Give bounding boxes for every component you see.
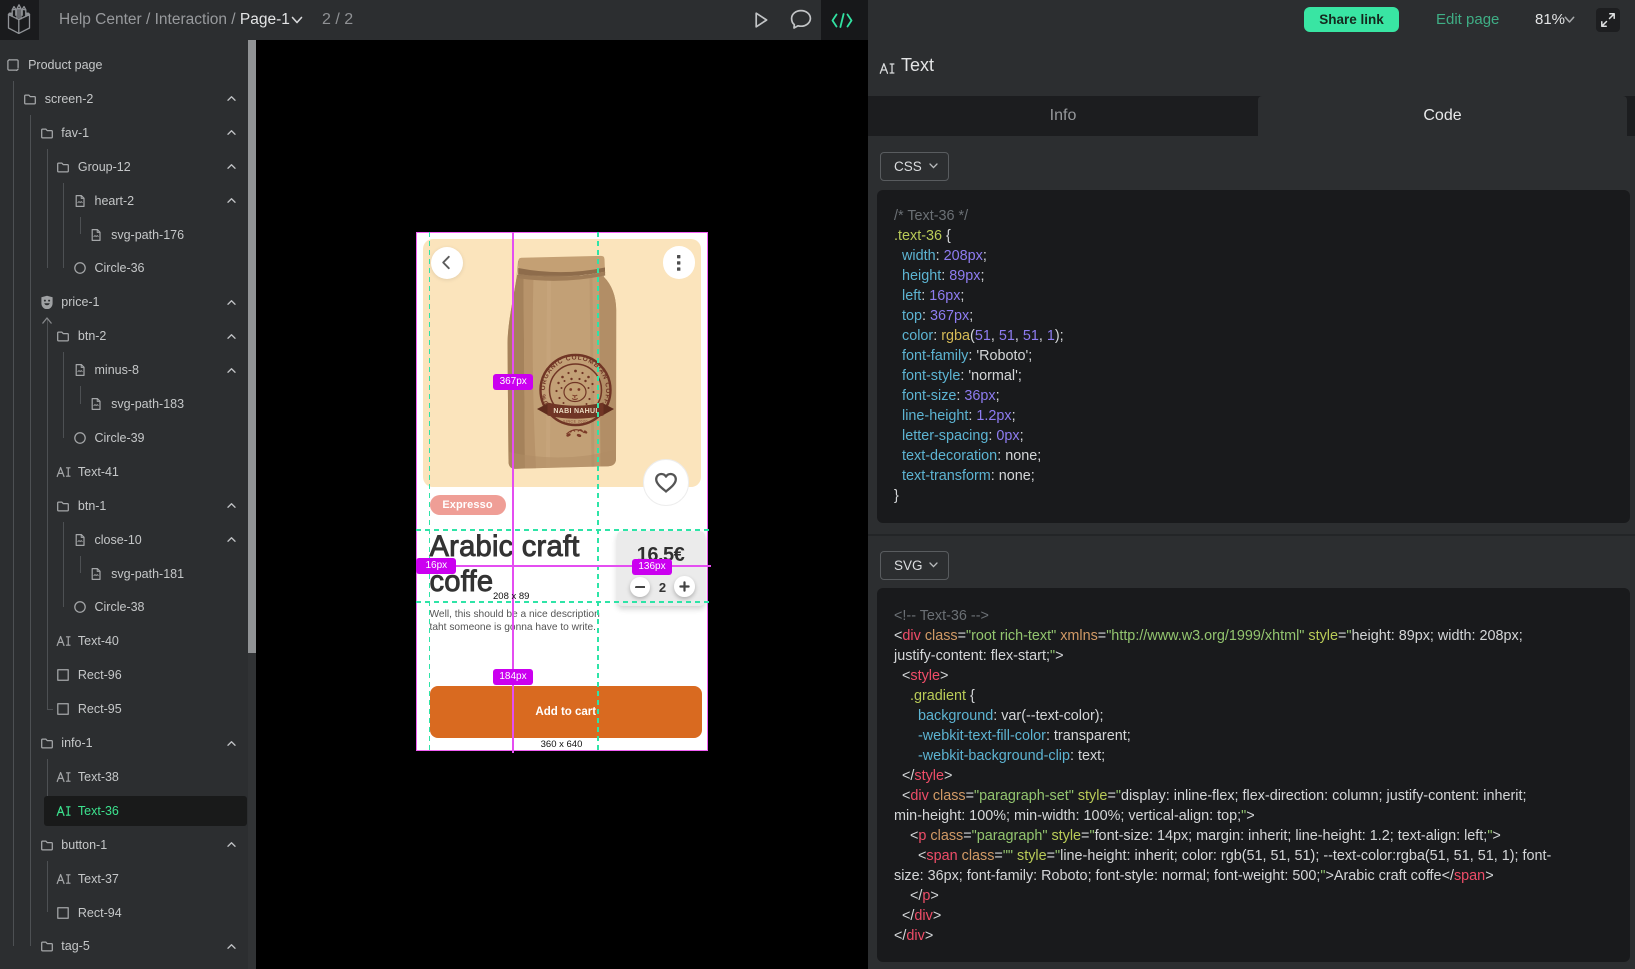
svg-text:SINCE 2020: SINCE 2020 xyxy=(563,420,588,424)
svg-text:NABI NAHUI: NABI NAHUI xyxy=(554,408,598,415)
